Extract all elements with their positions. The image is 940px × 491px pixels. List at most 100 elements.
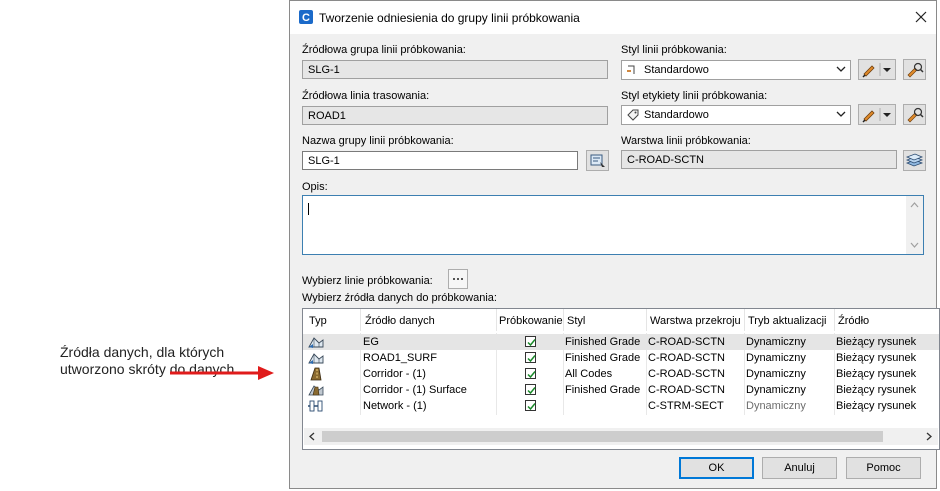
source-alignment-label: Źródłowa linia trasowania: xyxy=(302,90,430,102)
pick-from-drawing-icon xyxy=(907,62,924,78)
sample-checkbox[interactable] xyxy=(525,352,536,363)
table-horizontal-scrollbar[interactable] xyxy=(304,428,938,445)
text-cursor xyxy=(308,203,309,215)
col-header-layer[interactable]: Warstwa przekroju xyxy=(650,315,741,327)
source-cell: Corridor - (1) xyxy=(363,368,426,380)
close-icon xyxy=(915,11,927,23)
label-style-icon xyxy=(627,109,639,121)
checkmark-icon xyxy=(527,403,536,411)
scroll-down-icon xyxy=(910,242,919,248)
layer-cell[interactable]: C-STRM-SECT xyxy=(648,400,724,412)
naming-template-icon xyxy=(590,154,605,167)
ok-button[interactable]: OK xyxy=(679,457,754,479)
sample-checkbox[interactable] xyxy=(525,400,536,411)
corridor-surface-icon xyxy=(308,385,324,396)
group-name-label: Nazwa grupy linii próbkowania: xyxy=(302,135,454,147)
sample-label-style-select[interactable]: Standardowo xyxy=(621,105,851,125)
pick-from-drawing-icon xyxy=(907,107,924,123)
source-group-field: SLG-1 xyxy=(302,60,608,79)
dialog-window: C Tworzenie odniesienia do grupy linii p… xyxy=(289,0,940,489)
table-header: Typ Źródło danych Próbkowanie Styl Warst… xyxy=(303,309,939,331)
dialog-title: Tworzenie odniesienia do grupy linii pró… xyxy=(319,11,580,25)
col-header-update[interactable]: Tryb aktualizacji xyxy=(748,315,826,327)
source-cell: Network - (1) xyxy=(363,400,427,412)
group-name-input[interactable]: SLG-1 xyxy=(302,151,578,170)
layer-cell[interactable]: C-ROAD-SCTN xyxy=(648,336,725,348)
update-cell[interactable]: Dynamiczny xyxy=(746,384,806,396)
title-bar: C Tworzenie odniesienia do grupy linii p… xyxy=(290,1,936,34)
sample-checkbox[interactable] xyxy=(525,336,536,347)
source-cell: ROAD1_SURF xyxy=(363,352,437,364)
sample-line-style-select[interactable]: Standardowo xyxy=(621,60,851,80)
sample-label-style-label: Styl etykiety linii próbkowania: xyxy=(621,90,768,102)
pick-style-button-1[interactable] xyxy=(903,59,926,80)
style-cell[interactable]: Finished Grade xyxy=(565,352,640,364)
sample-label-style-value: Standardowo xyxy=(644,109,709,121)
select-lines-label: Wybierz linie próbkowania: xyxy=(302,275,433,287)
sample-line-style-icon xyxy=(627,65,635,74)
layer-cell[interactable]: C-ROAD-SCTN xyxy=(648,352,725,364)
description-scrollbar[interactable] xyxy=(906,196,923,254)
style-cell[interactable]: Finished Grade xyxy=(565,384,640,396)
table-row[interactable]: EG Finished Grade C-ROAD-SCTN Dynamiczny… xyxy=(303,334,939,350)
sample-line-style-value: Standardowo xyxy=(644,64,709,76)
naming-template-button[interactable] xyxy=(586,150,609,171)
style-cell[interactable]: All Codes xyxy=(565,368,612,380)
edit-style-button-1[interactable] xyxy=(858,59,896,80)
origin-cell: Bieżący rysunek xyxy=(836,400,917,412)
sample-line-style-label: Styl linii próbkowania: xyxy=(621,44,727,56)
civil3d-app-icon: C xyxy=(299,10,313,24)
surface-shortcut-icon xyxy=(308,353,324,364)
origin-cell: Bieżący rysunek xyxy=(836,384,917,396)
edit-style-icon xyxy=(862,63,891,78)
cancel-button[interactable]: Anuluj xyxy=(762,457,837,479)
data-sources-table: Typ Źródło danych Próbkowanie Styl Warst… xyxy=(302,308,940,450)
layer-cell[interactable]: C-ROAD-SCTN xyxy=(648,384,725,396)
description-textarea[interactable] xyxy=(302,195,924,255)
origin-cell: Bieżący rysunek xyxy=(836,352,917,364)
update-cell[interactable]: Dynamiczny xyxy=(746,352,806,364)
col-header-type[interactable]: Typ xyxy=(309,315,327,327)
chevron-down-icon xyxy=(836,66,846,72)
col-header-sample[interactable]: Próbkowanie xyxy=(499,315,563,327)
checkmark-icon xyxy=(527,387,536,395)
description-label: Opis: xyxy=(302,181,328,193)
style-cell[interactable]: Finished Grade xyxy=(565,336,640,348)
scroll-thumb[interactable] xyxy=(322,431,883,442)
update-cell: Dynamiczny xyxy=(746,400,806,412)
select-lines-button[interactable] xyxy=(448,269,468,289)
surface-shortcut-icon xyxy=(308,337,324,348)
sample-checkbox[interactable] xyxy=(525,384,536,395)
select-sources-label: Wybierz źródła danych do próbkowania: xyxy=(302,292,497,304)
source-cell: Corridor - (1) Surface xyxy=(363,384,467,396)
origin-cell: Bieżący rysunek xyxy=(836,336,917,348)
callout-arrow-icon xyxy=(170,366,274,380)
table-row[interactable]: Corridor - (1) Surface Finished Grade C-… xyxy=(303,382,939,398)
scroll-up-icon xyxy=(910,202,919,208)
svg-text:C: C xyxy=(302,12,310,24)
edit-style-button-2[interactable] xyxy=(858,104,896,125)
source-group-label: Źródłowa grupa linii próbkowania: xyxy=(302,44,466,56)
origin-cell: Bieżący rysunek xyxy=(836,368,917,380)
checkmark-icon xyxy=(527,339,536,347)
help-button[interactable]: Pomoc xyxy=(846,457,921,479)
col-header-origin[interactable]: Źródło xyxy=(838,315,869,327)
close-button[interactable] xyxy=(910,7,932,27)
scroll-left-icon xyxy=(309,432,315,441)
chevron-down-icon xyxy=(836,111,846,117)
sample-checkbox[interactable] xyxy=(525,368,536,379)
update-cell[interactable]: Dynamiczny xyxy=(746,336,806,348)
pick-style-button-2[interactable] xyxy=(903,104,926,125)
checkmark-icon xyxy=(527,355,536,363)
layer-button[interactable] xyxy=(903,150,926,171)
layer-label: Warstwa linii próbkowania: xyxy=(621,135,751,147)
source-cell: EG xyxy=(363,336,379,348)
edit-style-icon xyxy=(862,108,891,123)
table-row[interactable]: Corridor - (1) All Codes C-ROAD-SCTN Dyn… xyxy=(303,366,939,382)
table-row[interactable]: ROAD1_SURF Finished Grade C-ROAD-SCTN Dy… xyxy=(303,350,939,366)
layer-cell[interactable]: C-ROAD-SCTN xyxy=(648,368,725,380)
col-header-style[interactable]: Styl xyxy=(567,315,585,327)
table-row[interactable]: Network - (1) C-STRM-SECT Dynamiczny Bie… xyxy=(303,398,939,414)
col-header-source[interactable]: Źródło danych xyxy=(365,315,435,327)
update-cell[interactable]: Dynamiczny xyxy=(746,368,806,380)
